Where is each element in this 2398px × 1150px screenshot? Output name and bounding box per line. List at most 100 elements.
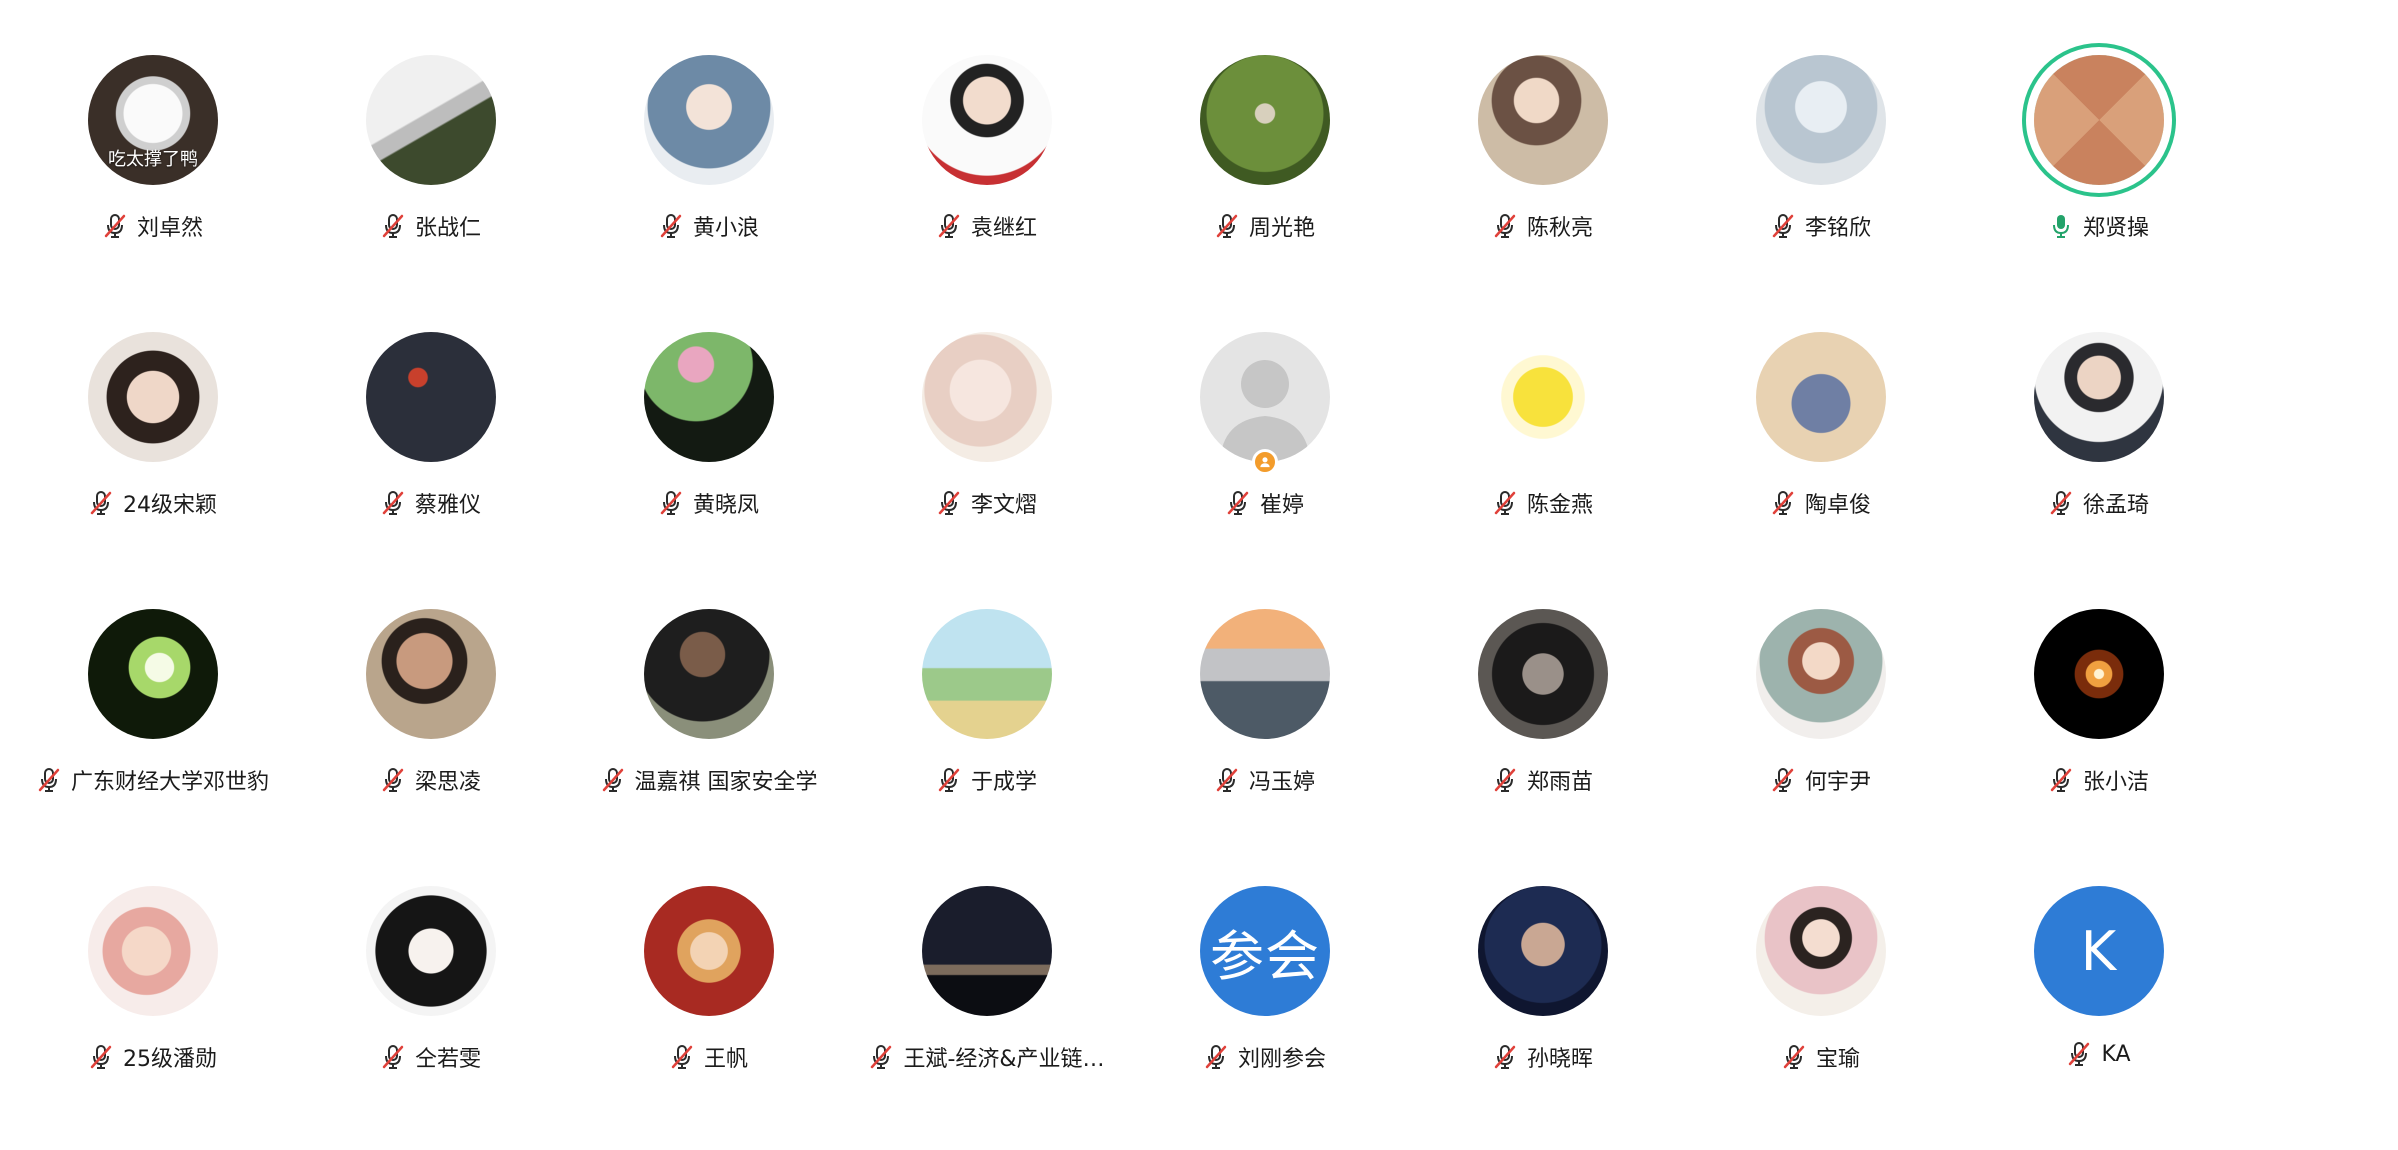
avatar[interactable] [1478,332,1608,462]
participant-tile[interactable]: 黄小浪 [572,0,846,276]
avatar[interactable] [1200,332,1330,462]
participant-tile[interactable]: 广东财经大学邓世豹 [16,554,290,830]
person-silhouette-icon [1220,360,1310,462]
participant-tile[interactable]: 袁继红 [850,0,1124,276]
participant-label: 宝瑜 [1684,1041,1958,1073]
participant-tile[interactable]: 于成学 [850,554,1124,830]
participant-tile[interactable]: 郑贤操 [1962,0,2236,276]
participant-tile[interactable]: 陈金燕 [1406,277,1680,553]
participant-label: 于成学 [850,764,1124,796]
avatar[interactable] [1756,609,1886,739]
avatar[interactable]: 吃太撑了鸭 [88,55,218,185]
participant-label: 孙晓晖 [1406,1041,1680,1073]
participant-label: 郑贤操 [1962,210,2236,242]
avatar[interactable] [644,332,774,462]
avatar[interactable] [922,609,1052,739]
avatar[interactable] [1200,609,1330,739]
mic-muted-icon [1205,1045,1227,1069]
avatar[interactable] [644,609,774,739]
participant-tile[interactable]: 参会 刘刚参会 [1128,831,1402,1107]
avatar[interactable] [644,55,774,185]
participant-name: 于成学 [970,770,1037,795]
avatar[interactable] [1756,332,1886,462]
mic-muted-icon [1772,214,1794,238]
participant-tile[interactable]: 宝瑜 [1684,831,1958,1107]
participant-label: KA [1962,1041,2236,1067]
participant-tile[interactable]: 温嘉祺 国家安全学 [572,554,846,830]
participant-tile[interactable]: 周光艳 [1128,0,1402,276]
participant-tile[interactable]: 郑雨苗 [1406,554,1680,830]
participant-name: 陈秋亮 [1526,216,1593,241]
participant-label: 仝若雯 [294,1041,568,1073]
participant-name: 郑雨苗 [1526,770,1593,795]
participant-tile[interactable]: 仝若雯 [294,831,568,1107]
participant-tile[interactable]: 张战仁 [294,0,568,276]
participant-tile[interactable]: 陶卓俊 [1684,277,1958,553]
avatar[interactable] [1478,55,1608,185]
avatar[interactable] [2034,332,2164,462]
mic-muted-icon [382,214,404,238]
avatar[interactable] [366,332,496,462]
participant-tile[interactable]: 陈秋亮 [1406,0,1680,276]
avatar[interactable] [922,55,1052,185]
mic-muted-icon [2069,1042,2090,1066]
avatar[interactable] [88,332,218,462]
mic-muted-icon [938,768,960,792]
avatar[interactable] [366,609,496,739]
participant-label: 温嘉祺 国家安全学 [572,764,846,796]
participant-name: 郑贤操 [2082,216,2149,241]
participant-tile[interactable]: 王帆 [572,831,846,1107]
mic-muted-icon [382,768,404,792]
participant-tile[interactable]: 王斌-经济&产业链… [850,831,1124,1107]
mic-muted-icon [90,1045,112,1069]
mic-muted-icon [104,214,126,238]
participant-tile[interactable]: 崔婷 [1128,277,1402,553]
avatar[interactable]: 参会 [1200,886,1330,1016]
participant-name: 25级潘勋 [123,1047,217,1072]
avatar[interactable] [366,55,496,185]
participant-tile[interactable]: 李文熠 [850,277,1124,553]
participant-label: 李铭欣 [1684,210,1958,242]
participant-name: 何宇尹 [1804,770,1871,795]
avatar[interactable] [88,609,218,739]
avatar[interactable]: K [2034,886,2164,1016]
participant-tile[interactable]: 李铭欣 [1684,0,1958,276]
participant-tile[interactable]: 张小洁 [1962,554,2236,830]
participant-label: 广东财经大学邓世豹 [16,764,290,796]
avatar[interactable] [922,332,1052,462]
participant-tile[interactable]: 徐孟琦 [1962,277,2236,553]
participant-tile[interactable]: 孙晓晖 [1406,831,1680,1107]
participant-tile[interactable]: 25级潘勋 [16,831,290,1107]
avatar[interactable] [1478,886,1608,1016]
participant-label: 张小洁 [1962,764,2236,796]
participant-label: 刘卓然 [16,210,290,242]
participant-tile[interactable]: 24级宋颖 [16,277,290,553]
avatar[interactable] [922,886,1052,1016]
participant-tile[interactable]: 吃太撑了鸭刘卓然 [16,0,290,276]
avatar[interactable] [366,886,496,1016]
participant-tile[interactable]: 梁思凌 [294,554,568,830]
participant-label: 25级潘勋 [16,1041,290,1073]
avatar[interactable] [1478,609,1608,739]
participant-tile[interactable]: 蔡雅仪 [294,277,568,553]
avatar[interactable] [88,886,218,1016]
mic-active-icon [2052,215,2069,238]
avatar[interactable] [2034,609,2164,739]
participant-tile[interactable]: 冯玉婷 [1128,554,1402,830]
participant-name: 李文熠 [970,493,1037,518]
participant-tile[interactable]: 黄晓凤 [572,277,846,553]
mic-muted-icon [938,214,960,238]
participant-name: 刘卓然 [136,216,203,241]
avatar[interactable] [644,886,774,1016]
avatar[interactable] [2034,55,2164,185]
avatar[interactable] [1756,886,1886,1016]
participant-label: 袁继红 [850,210,1124,242]
participant-label: 黄小浪 [572,210,846,242]
participant-tile[interactable]: 何宇尹 [1684,554,1958,830]
participant-name: 孙晓晖 [1526,1047,1593,1072]
mic-muted-icon [1783,1045,1805,1069]
participant-tile[interactable]: K KA [1962,831,2236,1107]
mic-muted-icon [1494,214,1516,238]
avatar[interactable] [1200,55,1330,185]
avatar[interactable] [1756,55,1886,185]
